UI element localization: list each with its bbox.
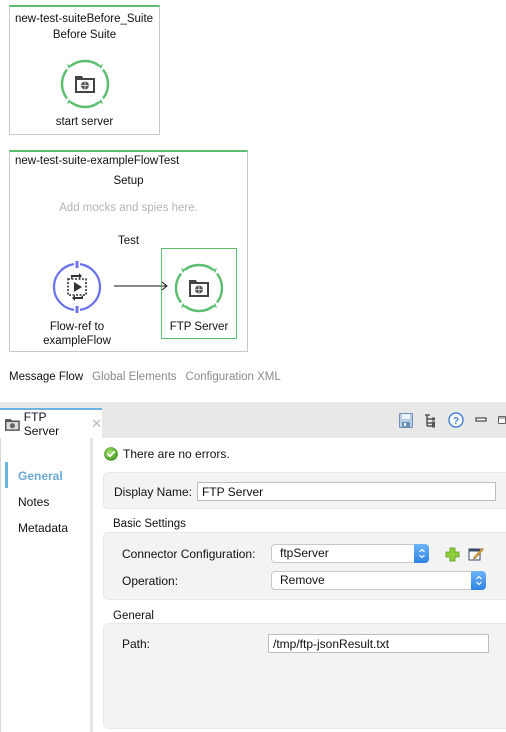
ftp-server-label: FTP Server xyxy=(169,321,229,333)
basic-settings-title: Basic Settings xyxy=(113,518,186,530)
ftp-connector-icon xyxy=(174,263,224,313)
minimize-icon[interactable] xyxy=(473,412,489,428)
tab-message-flow[interactable]: Message Flow xyxy=(9,371,83,383)
general-title: General xyxy=(113,610,154,622)
setup-hint: Add mocks and spies here. xyxy=(59,202,198,214)
before-suite-label: Before Suite xyxy=(52,29,117,41)
path-input[interactable] xyxy=(268,634,489,653)
side-nav-metadata[interactable]: Metadata xyxy=(18,521,68,535)
connector-config-value: ftpServer xyxy=(280,546,329,560)
operation-label: Operation: xyxy=(122,574,179,588)
status-text: There are no errors. xyxy=(123,447,230,461)
operation-select[interactable]: Remove xyxy=(271,571,486,590)
tab-global-elements[interactable]: Global Elements xyxy=(92,371,176,383)
message-flow-canvas: new-test-suiteBefore_Suite Before Suite … xyxy=(0,0,506,400)
check-icon xyxy=(104,447,118,461)
tab-configuration-xml[interactable]: Configuration XML xyxy=(186,371,281,383)
svg-text:?: ? xyxy=(453,416,459,427)
side-nav-notes[interactable]: Notes xyxy=(18,495,49,509)
save-icon[interactable] xyxy=(398,412,414,428)
connector-config-label: Connector Configuration: xyxy=(122,547,256,561)
close-icon[interactable]: ✕ xyxy=(91,416,102,432)
before-suite-title: new-test-suiteBefore_Suite xyxy=(15,13,154,25)
start-server-label: start server xyxy=(55,116,114,128)
flow-ref-node[interactable] xyxy=(50,260,104,314)
before-suite-scope[interactable]: new-test-suiteBefore_Suite Before Suite … xyxy=(9,5,160,135)
properties-tab-label: FTP Server xyxy=(23,410,60,438)
properties-tab[interactable]: FTP Server ✕ xyxy=(0,408,102,438)
maximize-icon[interactable] xyxy=(498,412,506,428)
edit-config-icon[interactable] xyxy=(468,545,484,561)
flow-ref-label-line1: Flow-ref to xyxy=(49,321,105,333)
add-config-icon[interactable] xyxy=(444,546,460,562)
flow-ref-icon xyxy=(52,261,102,313)
setup-label: Setup xyxy=(113,175,144,187)
select-arrows-icon xyxy=(414,544,429,563)
left-edge xyxy=(0,438,1,732)
editor-tabs: Message Flow Global Elements Configurati… xyxy=(9,371,281,383)
connector-tab-icon xyxy=(5,418,20,431)
path-label: Path: xyxy=(122,637,151,651)
operation-value: Remove xyxy=(280,573,325,587)
ftp-connector-icon xyxy=(60,59,110,109)
display-name-label: Display Name: xyxy=(114,485,193,499)
select-arrows-icon xyxy=(471,571,486,590)
flow-ref-label-line2: exampleFlow xyxy=(43,335,111,347)
test-label: Test xyxy=(117,235,140,247)
start-server-node[interactable] xyxy=(58,57,112,111)
validation-status: There are no errors. xyxy=(104,447,230,461)
connector-config-select[interactable]: ftpServer xyxy=(271,544,429,563)
display-name-input[interactable] xyxy=(197,482,496,501)
help-icon[interactable]: ? xyxy=(448,412,464,428)
side-nav-general[interactable]: General xyxy=(18,469,63,483)
panel-divider xyxy=(90,438,93,732)
test-case-scope[interactable]: new-test-suite-exampleFlowTest Setup Add… xyxy=(9,150,248,352)
flow-ref-label: Flow-ref to exampleFlow xyxy=(30,320,124,348)
ftp-server-node[interactable]: FTP Server xyxy=(161,248,237,339)
test-case-title: new-test-suite-exampleFlowTest xyxy=(15,155,180,167)
properties-toolbar: ? xyxy=(398,411,506,429)
tree-icon[interactable] xyxy=(423,412,439,428)
side-nav-indicator xyxy=(5,462,8,488)
